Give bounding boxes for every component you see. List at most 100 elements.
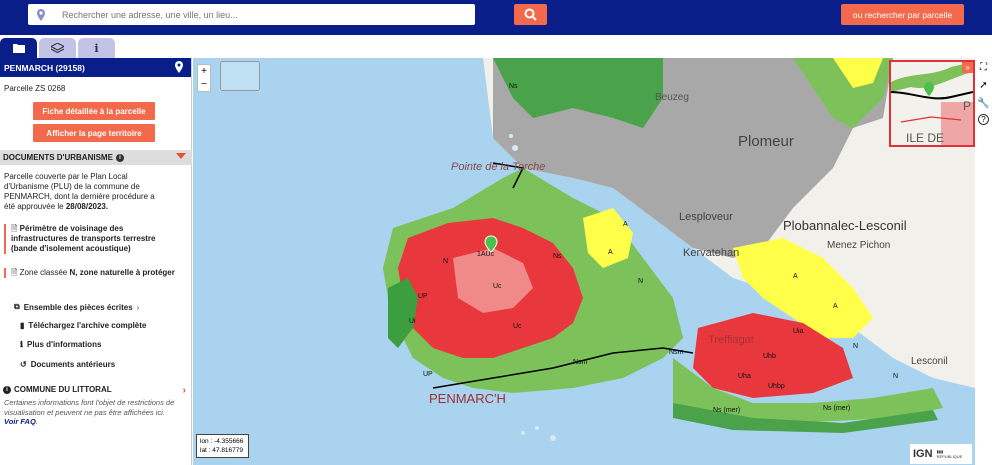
panel-tabs: i: [0, 38, 192, 58]
written-pieces-link[interactable]: ⧉ Ensemble des pièces écrites ›: [14, 302, 139, 312]
folder-icon: [12, 44, 25, 53]
more-info-link[interactable]: ℹ Plus d'informations: [20, 340, 101, 349]
zone-label: N: [893, 373, 898, 380]
zone-label: A: [793, 273, 798, 280]
overview-map[interactable]: ILE DE P »: [889, 60, 975, 147]
zone-label: A: [608, 249, 613, 256]
tab-info[interactable]: i: [78, 38, 115, 58]
longitude: lon : -4.355666: [200, 438, 244, 445]
item-label: Périmètre de voisinage des infrastructur…: [11, 224, 156, 253]
ministry-logo: ▮▮▮ RÉPUBLIQUE: [936, 449, 963, 459]
overview-canvas: ILE DE P: [891, 62, 973, 145]
zone-label: N: [638, 278, 643, 285]
ign-logo: IGN ▮▮▮ RÉPUBLIQUE: [910, 444, 972, 464]
urbanism-section-header[interactable]: DOCUMENTS D'URBANISME i: [0, 150, 192, 165]
zone-label: A: [833, 303, 838, 310]
zone-label: Uhbp: [768, 383, 785, 390]
place-label: Beuzeg: [655, 92, 689, 103]
littoral-title: COMMUNE DU LITTORAL: [14, 385, 112, 394]
wrench-icon[interactable]: 🔧: [977, 96, 991, 110]
info-icon: i: [94, 41, 99, 55]
zone-label: Ui: [409, 318, 416, 325]
place-label: PENMARC'H: [429, 391, 506, 406]
location-pin-icon[interactable]: [174, 61, 184, 74]
layers-icon: [51, 42, 64, 53]
document-icon: 🗎: [11, 268, 18, 277]
chevron-right-icon: ›: [182, 385, 186, 396]
link-label: Téléchargez l'archive complète: [28, 321, 147, 330]
help-icon[interactable]: ?: [978, 114, 989, 125]
info-icon[interactable]: i: [115, 153, 124, 162]
zone-label: 1AUc: [477, 251, 495, 258]
copy-icon: ⧉: [14, 302, 20, 311]
close-icon[interactable]: »: [962, 62, 973, 73]
zone-prefix: Zone classée: [19, 268, 68, 277]
zoom-in-button[interactable]: +: [198, 65, 210, 78]
location-pin-icon: [37, 8, 45, 21]
zone-label: Uc: [513, 323, 522, 330]
document-icon: 🗎: [11, 224, 18, 233]
place-label: Lesploveur: [679, 211, 733, 223]
zone-label: N: [443, 258, 448, 265]
place-label: Pointe de la Torche: [451, 161, 545, 173]
territory-page-button[interactable]: Afficher la page territoire: [33, 124, 155, 142]
link-label: Ensemble des pièces écrites: [23, 302, 133, 312]
plu-description: Parcelle couverte par le Plan Local d'Ur…: [4, 172, 164, 212]
parcel-detail-button[interactable]: Fiche détaillée à la parcelle: [33, 102, 155, 120]
zone-label: Ns: [509, 83, 518, 90]
commune-title: PENMARCH (29158): [4, 62, 85, 73]
search-input[interactable]: [62, 9, 442, 20]
chevron-right-icon: ›: [136, 302, 140, 312]
acoustic-perimeter-item[interactable]: 🗎 Périmètre de voisinage des infrastruct…: [4, 224, 179, 254]
faq-link[interactable]: Voir FAQ: [4, 417, 36, 426]
search-button[interactable]: [514, 4, 547, 25]
overview-label: ILE DE: [906, 131, 944, 145]
zone-label: N, zone naturelle à protéger: [69, 268, 175, 277]
place-label: Plobannalec-Lesconil: [783, 218, 907, 233]
search-box[interactable]: [28, 4, 475, 25]
side-panel: PENMARCH (29158) Parcelle ZS 0268 Fiche …: [0, 58, 192, 465]
commune-header: PENMARCH (29158): [0, 58, 191, 77]
zone-label: N: [853, 343, 858, 350]
littoral-section[interactable]: i COMMUNE DU LITTORAL ›: [3, 385, 188, 396]
zone-label: A: [623, 221, 628, 228]
parcel-id: Parcelle ZS 0268: [4, 84, 66, 93]
place-label: Kervatehan: [683, 247, 739, 259]
attribution-text: IGN: [913, 448, 933, 460]
zone-label: Ns: [553, 253, 562, 260]
top-bar: ou rechercher par parcelle: [0, 0, 992, 35]
coordinates-readout: lon : -4.355666 lat : 47.816779: [196, 434, 249, 458]
map-view[interactable]: Beuzeg Plomeur Pointe de la Torche Lespl…: [193, 58, 975, 465]
zone-label: Uhb: [763, 353, 776, 360]
zone-label: Ns (mer): [713, 407, 740, 414]
zone-label: Nsm: [573, 359, 588, 366]
tab-documents[interactable]: [0, 38, 37, 58]
history-icon: ↺: [20, 360, 27, 369]
overview-label: P: [963, 99, 971, 113]
restriction-notice: Certaines informations font l'objet de r…: [4, 398, 175, 426]
previous-docs-link[interactable]: ↺ Documents antérieurs: [20, 360, 115, 369]
place-label: Lesconil: [911, 356, 948, 367]
zone-label: Uc: [493, 283, 502, 290]
base-map-selector[interactable]: [220, 61, 260, 91]
map-canvas: Beuzeg Plomeur Pointe de la Torche Lespl…: [383, 58, 975, 441]
zone-label: UP: [423, 371, 433, 378]
latitude: lat : 47.816779: [200, 447, 244, 454]
zone-label: Nsm: [669, 349, 684, 356]
download-archive-link[interactable]: ▮ Téléchargez l'archive complète: [20, 321, 146, 330]
zone-label: Ns (mer): [823, 405, 850, 412]
link-label: Documents antérieurs: [30, 360, 116, 369]
tab-layers[interactable]: [39, 38, 76, 58]
fullscreen-icon[interactable]: ⛶: [977, 60, 991, 74]
chevron-down-icon[interactable]: [176, 153, 186, 159]
zoom-control[interactable]: + −: [197, 64, 211, 92]
parcel-search-button[interactable]: ou rechercher par parcelle: [841, 4, 964, 25]
zoom-out-button[interactable]: −: [198, 78, 210, 91]
place-label: Plomeur: [738, 133, 794, 150]
right-toolbar: ⛶ ➚ 🔧 ?: [975, 58, 992, 465]
cursor-icon[interactable]: ➚: [977, 78, 991, 92]
zone-label: UP: [418, 293, 428, 300]
zone-item[interactable]: 🗎 Zone classée N, zone naturelle à proté…: [4, 268, 179, 278]
zone-label: Uha: [738, 373, 751, 380]
section-title: DOCUMENTS D'URBANISME: [3, 153, 113, 162]
